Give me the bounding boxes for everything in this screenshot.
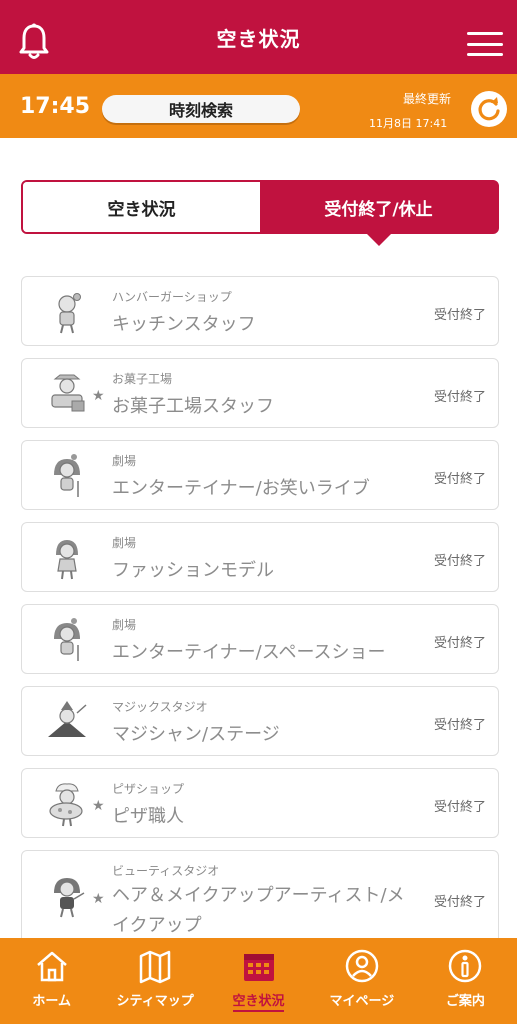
character-avatar-icon [56, 540, 78, 580]
time-search-button[interactable]: 時刻検索 [102, 95, 300, 123]
item-name: ピザ職人 [112, 806, 184, 827]
nav-guide[interactable]: ご案内 [414, 938, 517, 1024]
item-category: マジックスタジオ [112, 700, 208, 714]
app-header: 空き状況 [0, 0, 517, 74]
item-category: 劇場 [112, 454, 137, 468]
status-badge: 受付終了 [433, 718, 486, 733]
character-avatar-icon [51, 374, 85, 412]
current-time: 17:45 [20, 94, 91, 119]
list-item[interactable]: 劇場 エンターテイナー/お笑いライブ 受付終了 [21, 440, 499, 510]
last-updated-time: 11月8日 17:41 [369, 117, 448, 130]
item-category: 劇場 [112, 536, 137, 550]
calendar-icon [243, 954, 274, 981]
job-list: ハンバーガーショップ キッチンスタッフ 受付終了 ★ お菓子工場 お菓子工場スタ… [21, 276, 499, 958]
nav-home[interactable]: ホーム [0, 938, 103, 1024]
list-item[interactable]: 劇場 エンターテイナー/スペースショー 受付終了 [21, 604, 499, 674]
last-updated-label: 最終更新 [403, 92, 452, 106]
status-badge: 受付終了 [433, 895, 486, 910]
nav-label: ご案内 [445, 994, 485, 1009]
active-indicator [232, 1010, 285, 1012]
status-badge: 受付終了 [433, 308, 486, 323]
item-name: マジシャン/ステージ [112, 724, 280, 745]
star-icon: ★ [92, 798, 105, 814]
list-item[interactable]: マジックスタジオ マジシャン/ステージ 受付終了 [21, 686, 499, 756]
character-avatar-icon [54, 618, 80, 661]
nav-label: ホーム [32, 994, 72, 1009]
bottom-navigation: ホーム シティマップ 空き状況 マイページ ご案内 [0, 938, 517, 1024]
nav-label: マイページ [329, 994, 395, 1009]
status-badge: 受付終了 [433, 472, 486, 487]
user-icon [345, 949, 379, 983]
item-category: お菓子工場 [112, 372, 173, 386]
star-icon: ★ [92, 891, 105, 907]
hamburger-menu-icon[interactable] [467, 32, 503, 56]
item-name: ヘア＆メイクアップアーティスト/メイクアップ [112, 885, 405, 936]
character-avatar-icon [54, 878, 85, 918]
character-avatar-icon [49, 783, 83, 827]
nav-my-page[interactable]: マイページ [310, 938, 413, 1024]
status-badge: 受付終了 [433, 554, 486, 569]
page-title: 空き状況 [216, 26, 301, 51]
home-icon [36, 951, 67, 982]
bell-icon[interactable] [18, 22, 50, 62]
list-item[interactable]: 劇場 ファッションモデル 受付終了 [21, 522, 499, 592]
nav-label: 空き状況 [232, 994, 285, 1009]
nav-label: シティマップ [116, 994, 194, 1009]
nav-city-map[interactable]: シティマップ [103, 938, 206, 1024]
refresh-button[interactable] [471, 91, 507, 127]
list-item[interactable]: ★ ビューティスタジオ ヘア＆メイクアップアーティスト/メイクアップ 受付終了 [21, 850, 499, 946]
character-avatar-icon [54, 454, 80, 497]
refresh-icon [478, 97, 500, 121]
item-name: エンターテイナー/お笑いライブ [112, 478, 370, 499]
star-icon: ★ [92, 388, 105, 404]
status-badge: 受付終了 [433, 800, 486, 815]
list-item[interactable]: ハンバーガーショップ キッチンスタッフ 受付終了 [21, 276, 499, 346]
nav-availability[interactable]: 空き状況 [207, 938, 310, 1024]
status-tabs: 空き状況 受付終了/休止 [21, 180, 499, 246]
item-category: ハンバーガーショップ [112, 290, 232, 304]
item-category: ビューティスタジオ [112, 864, 220, 878]
item-category: ピザショップ [112, 782, 185, 796]
character-avatar-icon [58, 293, 81, 334]
map-icon [139, 950, 171, 984]
list-item[interactable]: ★ お菓子工場 お菓子工場スタッフ 受付終了 [21, 358, 499, 428]
item-name: お菓子工場スタッフ [112, 396, 274, 417]
item-category: 劇場 [112, 618, 137, 632]
info-icon [449, 949, 482, 983]
item-name: キッチンスタッフ [112, 314, 256, 335]
list-item[interactable]: ★ ピザショップ ピザ職人 受付終了 [21, 768, 499, 838]
time-bar: 17:45 時刻検索 最終更新 11月8日 17:41 [0, 74, 517, 138]
item-name: ファッションモデル [112, 560, 274, 581]
item-name: エンターテイナー/スペースショー [112, 642, 386, 663]
tab-closed[interactable]: 受付終了/休止 [260, 182, 497, 246]
character-avatar-icon [48, 701, 87, 737]
tab-availability[interactable]: 空き状況 [23, 182, 260, 232]
status-badge: 受付終了 [433, 636, 486, 651]
status-badge: 受付終了 [433, 390, 486, 405]
